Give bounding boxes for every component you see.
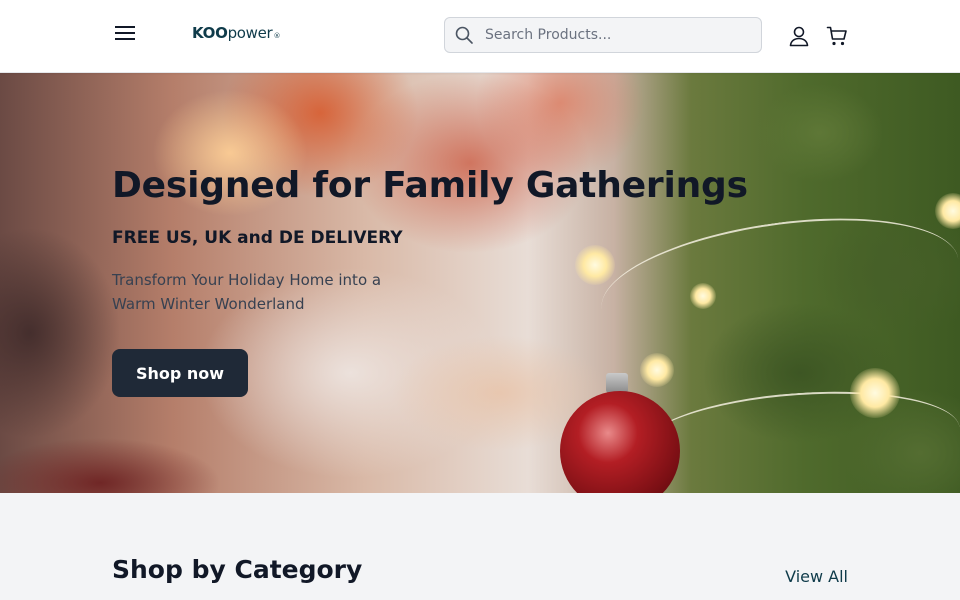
menu-icon xyxy=(115,26,135,40)
search-icon[interactable] xyxy=(454,25,474,45)
user-icon xyxy=(789,26,809,47)
menu-button[interactable] xyxy=(112,20,138,46)
hero-light-bulb xyxy=(640,353,674,387)
hero-sweater-image xyxy=(0,423,260,493)
hero-subtitle: FREE US, UK and DE DELIVERY xyxy=(112,228,403,248)
hero-title: Designed for Family Gatherings xyxy=(112,165,748,206)
hero-light-bulb xyxy=(575,245,615,285)
cart-button[interactable] xyxy=(825,24,849,48)
logo-koo: KOO xyxy=(192,24,228,42)
shop-now-button[interactable]: Shop now xyxy=(112,349,248,397)
category-section-title: Shop by Category xyxy=(112,555,363,584)
cart-icon xyxy=(826,26,847,46)
hero-ornament-cap xyxy=(606,373,628,393)
category-section: Shop by Category View All xyxy=(0,493,960,600)
hero-banner: Designed for Family Gatherings FREE US, … xyxy=(0,73,960,493)
site-header: KOO power ® xyxy=(0,0,960,73)
brand-logo[interactable]: KOO power ® xyxy=(192,24,280,46)
logo-registered-mark: ® xyxy=(273,32,281,40)
hero-light-bulb xyxy=(690,283,716,309)
search-bar xyxy=(444,17,762,53)
hero-description: Transform Your Holiday Home into a Warm … xyxy=(112,271,382,313)
hero-light-bulb xyxy=(850,368,900,418)
search-input[interactable] xyxy=(485,27,745,43)
account-button[interactable] xyxy=(787,24,811,48)
logo-power: power xyxy=(227,24,273,42)
view-all-link[interactable]: View All xyxy=(785,567,848,586)
